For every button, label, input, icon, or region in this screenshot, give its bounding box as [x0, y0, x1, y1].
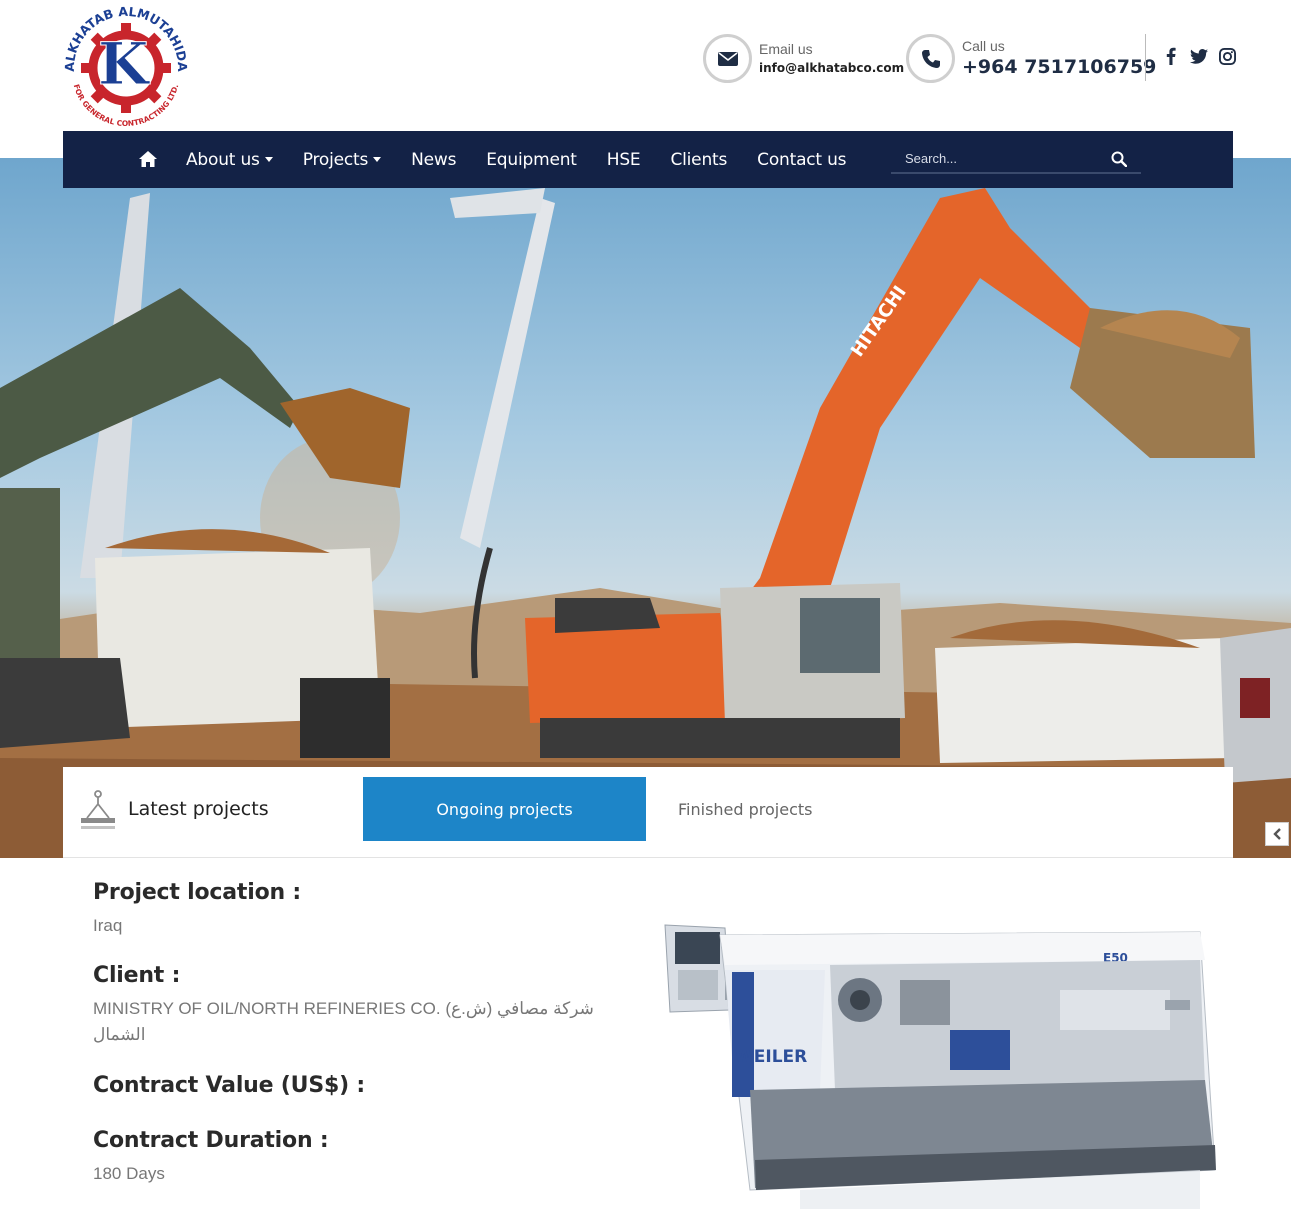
tab-finished-projects[interactable]: Finished projects: [648, 777, 848, 841]
client-value: MINISTRY OF OIL/NORTH REFINERIES CO. (ش.…: [93, 999, 594, 1045]
project-location-value: Iraq: [93, 916, 123, 935]
company-logo[interactable]: K ALKHATAB ALMUTAHIDA FOR GENERAL CONTRA…: [58, 2, 194, 130]
chevron-left-icon: [1273, 828, 1281, 840]
instagram-icon[interactable]: [1218, 46, 1236, 66]
envelope-icon: [703, 34, 752, 83]
hero-slider-image: HITACHI: [0, 158, 1291, 858]
contract-value-label: Contract Value (US$) :: [93, 1073, 365, 1098]
search-box: [891, 145, 1141, 174]
projects-tabs: Latest projects Ongoing projects Finishe…: [63, 767, 1233, 858]
nav-contact-us[interactable]: Contact us: [757, 150, 846, 170]
phone-value[interactable]: +964 7517106759: [962, 57, 1156, 78]
chevron-down-icon: [264, 157, 273, 162]
nav-hse[interactable]: HSE: [607, 150, 641, 170]
contract-duration-label: Contract Duration :: [93, 1128, 329, 1153]
crane-hook-icon: [79, 790, 117, 830]
search-input[interactable]: [905, 151, 1105, 166]
latest-projects-title: Latest projects: [128, 798, 269, 820]
header-divider: [1145, 34, 1146, 81]
phone-label: Call us: [962, 37, 1005, 54]
facebook-icon[interactable]: [1162, 46, 1180, 66]
nav-equipment[interactable]: Equipment: [486, 150, 577, 170]
email-contact[interactable]: Email us info@alkhatabco.com: [703, 34, 904, 83]
nav-clients[interactable]: Clients: [670, 150, 727, 170]
machine-brand: WEILER: [735, 1047, 807, 1067]
email-value[interactable]: info@alkhatabco.com: [759, 61, 904, 75]
project-location-label: Project location :: [93, 880, 301, 905]
contract-duration-value: 180 Days: [93, 1164, 165, 1183]
slider-prev-button[interactable]: [1265, 822, 1289, 846]
search-icon[interactable]: [1111, 151, 1128, 168]
client-block: Client : MINISTRY OF OIL/NORTH REFINERIE…: [93, 963, 613, 1049]
logo-letter: K: [98, 30, 151, 98]
home-icon[interactable]: [139, 150, 157, 169]
contract-value-block: Contract Value (US$) :: [93, 1073, 365, 1098]
phone-icon: [906, 34, 955, 83]
social-links: [1162, 46, 1236, 66]
nav-about-us-label: About us: [186, 149, 260, 170]
twitter-icon[interactable]: [1190, 46, 1208, 66]
main-nav: About us Projects News Equipment HSE Cli…: [63, 131, 1233, 188]
project-image-lathe: WEILER E50: [660, 920, 1220, 1209]
nav-projects[interactable]: Projects: [302, 149, 382, 170]
phone-contact[interactable]: Call us +964 7517106759: [906, 34, 1156, 83]
nav-projects-label: Projects: [302, 149, 369, 170]
nav-about-us[interactable]: About us: [186, 150, 273, 170]
client-label: Client :: [93, 963, 181, 988]
email-label: Email us: [759, 41, 813, 58]
tab-ongoing-projects[interactable]: Ongoing projects: [363, 777, 646, 841]
contract-duration-block: Contract Duration : 180 Days: [93, 1128, 329, 1187]
chevron-down-icon: [373, 157, 382, 162]
project-location-block: Project location : Iraq: [93, 880, 301, 939]
nav-news[interactable]: News: [411, 150, 456, 170]
